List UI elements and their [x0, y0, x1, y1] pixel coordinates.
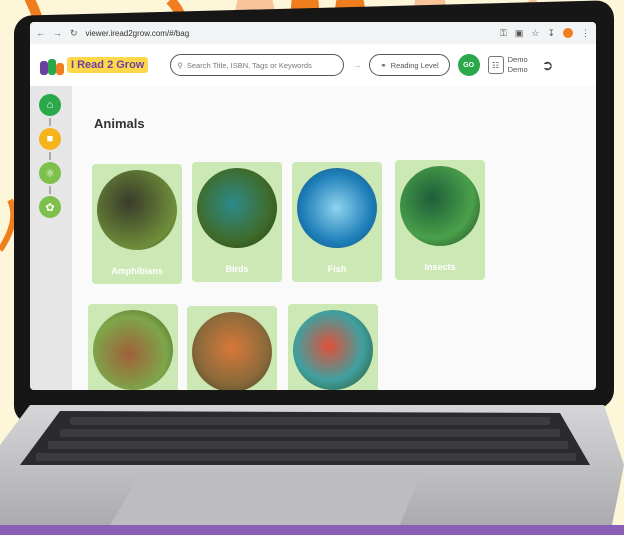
reading-level-label: Reading Level: [390, 60, 439, 70]
home-icon[interactable]: ⌂: [39, 94, 61, 116]
reload-icon[interactable]: ↻: [70, 28, 78, 39]
category-card-snail[interactable]: [88, 304, 178, 390]
search-input[interactable]: ⚲ Search Title, ISBN, Tags or Keywords: [170, 54, 345, 76]
browser-toolbar: ← → ↻ viewer.iread2grow.com/#/bag ⚿ ▣ ☆ …: [30, 22, 596, 44]
category-label: Fish: [327, 264, 347, 274]
brand-name: I Read 2 Grow: [67, 57, 149, 73]
category-label: Insects: [424, 262, 456, 272]
menu-kebab-icon[interactable]: ⋮: [581, 28, 590, 39]
beetle-photo: [400, 166, 480, 246]
bookmark-star-icon[interactable]: ☆: [531, 28, 539, 39]
sidebar: ⌂ ■ ⚛ ✿: [30, 86, 72, 390]
sidebar-connector: [49, 118, 51, 126]
graduation-cap-icon[interactable]: ■: [39, 128, 61, 150]
brand-logo[interactable]: I Read 2 Grow: [40, 55, 149, 75]
category-card-fish[interactable]: Fish: [292, 162, 382, 282]
profile-avatar[interactable]: [563, 28, 573, 38]
user-first-name: Demo: [507, 55, 528, 64]
password-key-icon[interactable]: ⚿: [500, 28, 507, 39]
reading-level-button[interactable]: ⚭ Reading Level: [369, 54, 450, 76]
search-icon: ⚲: [177, 60, 183, 70]
fish-school-photo: [297, 168, 377, 248]
download-icon[interactable]: ↧: [547, 28, 555, 39]
laptop-keyboard-base: [0, 405, 624, 535]
salamander-photo: [97, 170, 177, 250]
category-card-fox[interactable]: [187, 306, 277, 390]
category-card-birds[interactable]: Birds: [192, 162, 282, 282]
chameleon-photo: [293, 310, 373, 390]
screen: ← → ↻ viewer.iread2grow.com/#/bag ⚿ ▣ ☆ …: [30, 22, 596, 390]
hummingbird-photo: [197, 168, 277, 248]
back-icon[interactable]: ←: [36, 28, 45, 38]
fox-photo: [192, 312, 272, 390]
laptop: ← → ↻ viewer.iread2grow.com/#/bag ⚿ ▣ ☆ …: [0, 0, 624, 535]
snail-photo: [93, 310, 173, 390]
arrow-icon: →: [352, 60, 362, 70]
category-label: Amphibians: [111, 266, 163, 276]
go-button[interactable]: GO: [457, 54, 480, 76]
search-placeholder: Search Title, ISBN, Tags or Keywords: [186, 60, 312, 70]
sidebar-connector: [49, 152, 51, 160]
category-label: Birds: [225, 264, 249, 274]
category-card-amphibians[interactable]: Amphibians: [92, 164, 182, 284]
main-content: Animals Amphibians Birds Fish Insects: [72, 86, 596, 390]
paw-icon[interactable]: ✿: [39, 196, 61, 218]
app-header: I Read 2 Grow ⚲ Search Title, ISBN, Tags…: [30, 44, 596, 87]
user-id-icon: ☷: [487, 56, 504, 74]
logout-icon[interactable]: ➲: [542, 57, 554, 74]
user-profile[interactable]: ☷ Demo Demo: [487, 55, 528, 75]
microscope-icon[interactable]: ⚛: [39, 162, 61, 184]
glasses-icon: ⚭: [380, 60, 387, 70]
forward-icon[interactable]: →: [53, 28, 62, 38]
book-stack-icon: [40, 55, 64, 75]
sidebar-connector: [49, 186, 51, 194]
address-bar[interactable]: viewer.iread2grow.com/#/bag: [86, 29, 492, 38]
cast-icon[interactable]: ▣: [515, 28, 524, 39]
category-card-insects[interactable]: Insects: [395, 160, 485, 280]
user-last-name: Demo: [507, 65, 528, 74]
category-card-chameleon[interactable]: [288, 304, 378, 390]
page-title: Animals: [94, 116, 145, 131]
